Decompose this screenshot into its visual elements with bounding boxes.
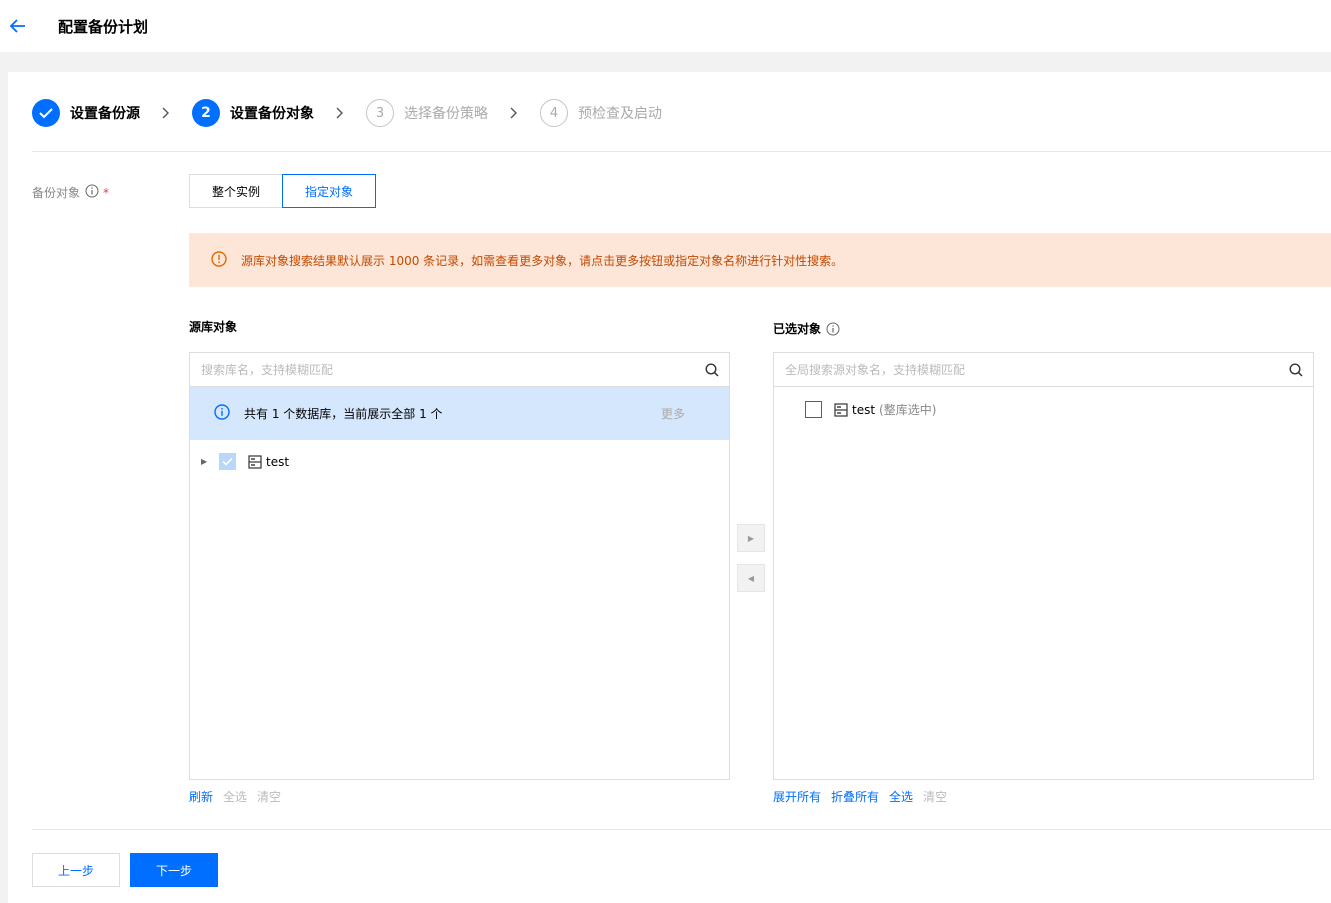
source-info-text: 共有 1 个数据库，当前展示全部 1 个: [244, 407, 443, 421]
backup-object-label-text: 备份对象: [32, 186, 81, 200]
info-icon[interactable]: [85, 184, 99, 201]
page-title: 配置备份计划: [58, 17, 149, 36]
more-link[interactable]: 更多: [661, 405, 685, 422]
source-search-input[interactable]: [201, 362, 695, 377]
step-3: 3 选择备份策略: [366, 99, 488, 127]
collapse-all-link[interactable]: 折叠所有: [831, 788, 879, 805]
step-1-label: 设置备份源: [70, 106, 140, 122]
step-indicator: 设置备份源 2 设置备份对象 3 选择备份策略 4 预检查及启动: [32, 99, 662, 127]
warning-icon: [211, 250, 227, 270]
source-info-bar: 共有 1 个数据库，当前展示全部 1 个 更多: [190, 387, 729, 440]
step-2-number: 2: [192, 99, 220, 127]
source-select-all-link[interactable]: 全选: [223, 788, 247, 805]
step-2-label: 设置备份对象: [230, 106, 314, 122]
backup-object-label: 备份对象 *: [32, 184, 109, 201]
selected-node-label: test: [852, 402, 876, 417]
selected-objects-title: 已选对象: [773, 320, 840, 337]
main-card: 设置备份源 2 设置备份对象 3 选择备份策略 4 预检查及启动 备份对象 *: [8, 72, 1331, 903]
step-3-label: 选择备份策略: [404, 106, 488, 122]
step-3-number: 3: [366, 99, 394, 127]
warning-alert: 源库对象搜索结果默认展示 1000 条记录，如需查看更多对象，请点击更多按钮或指…: [189, 233, 1331, 287]
alert-text: 源库对象搜索结果默认展示 1000 条记录，如需查看更多对象，请点击更多按钮或指…: [241, 253, 844, 268]
selected-node-hint: (整库选中): [879, 403, 937, 417]
database-icon: [834, 402, 848, 417]
info-circle-icon: [214, 404, 230, 423]
selected-search-row: [774, 353, 1313, 387]
segment-specified-objects[interactable]: 指定对象: [282, 174, 377, 208]
source-objects-title: 源库对象: [189, 320, 238, 334]
step-2: 2 设置备份对象: [192, 99, 314, 127]
tree-node-checkbox[interactable]: [219, 453, 236, 470]
step-1: 设置备份源: [32, 99, 140, 127]
step-4: 4 预检查及启动: [540, 99, 662, 127]
tree-node-test[interactable]: ▶ test: [201, 453, 289, 470]
next-step-button[interactable]: 下一步: [130, 853, 218, 887]
source-actions: 刷新 全选 清空: [189, 788, 291, 805]
search-icon[interactable]: [695, 353, 729, 387]
source-search-row: [190, 353, 729, 387]
check-icon: [32, 99, 60, 127]
move-right-button[interactable]: ▶: [737, 524, 765, 552]
selected-node-test[interactable]: test (整库选中): [805, 401, 936, 418]
chevron-right-icon: [162, 107, 170, 119]
step-4-number: 4: [540, 99, 568, 127]
divider: [32, 151, 1331, 152]
selected-search-input[interactable]: [785, 362, 1279, 377]
selected-clear-link[interactable]: 清空: [923, 788, 947, 805]
info-icon[interactable]: [826, 322, 840, 336]
chevron-right-icon: [510, 107, 518, 119]
selected-objects-panel: test (整库选中): [773, 352, 1314, 780]
backup-object-segment: 整个实例 指定对象: [189, 174, 377, 208]
search-icon[interactable]: [1279, 353, 1313, 387]
refresh-link[interactable]: 刷新: [189, 788, 213, 805]
chevron-right-icon: [336, 107, 344, 119]
expand-all-link[interactable]: 展开所有: [773, 788, 821, 805]
divider: [32, 829, 1331, 830]
database-icon: [248, 454, 262, 469]
tree-node-label: test: [266, 454, 290, 469]
source-clear-link[interactable]: 清空: [257, 788, 281, 805]
back-arrow-icon[interactable]: [8, 16, 28, 36]
segment-whole-instance[interactable]: 整个实例: [189, 174, 284, 208]
top-bar: 配置备份计划: [0, 0, 1331, 52]
move-left-button[interactable]: ◀: [737, 564, 765, 592]
step-4-label: 预检查及启动: [578, 106, 662, 122]
source-objects-panel: 共有 1 个数据库，当前展示全部 1 个 更多 ▶ test: [189, 352, 730, 780]
required-mark: *: [103, 185, 110, 200]
selected-node-checkbox[interactable]: [805, 401, 822, 418]
selected-select-all-link[interactable]: 全选: [889, 788, 913, 805]
selected-actions: 展开所有 折叠所有 全选 清空: [773, 788, 957, 805]
selected-objects-title-text: 已选对象: [773, 322, 822, 336]
prev-step-button[interactable]: 上一步: [32, 853, 120, 887]
caret-right-icon[interactable]: ▶: [201, 457, 211, 466]
